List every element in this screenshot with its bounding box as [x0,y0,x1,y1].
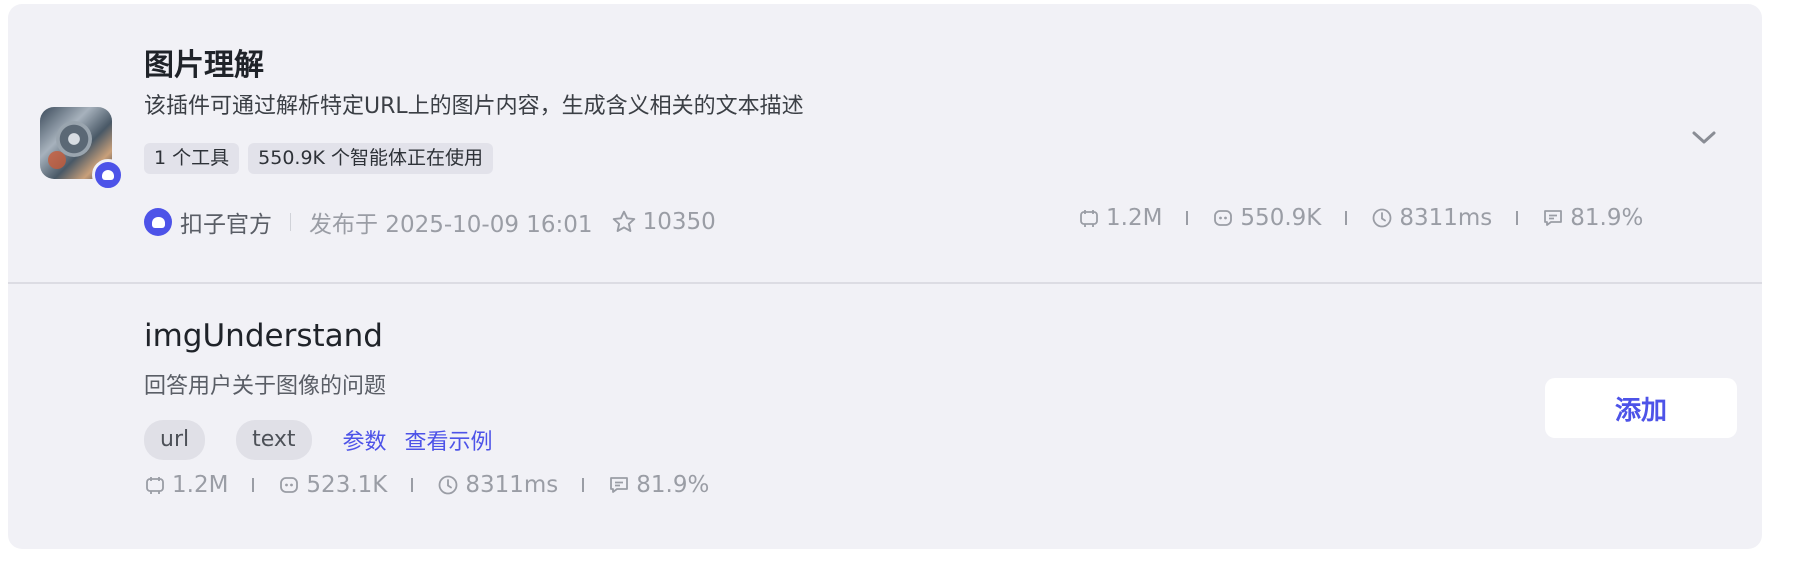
add-button[interactable]: 添加 [1545,378,1737,438]
message-icon [610,477,629,493]
star-count: 10350 [642,209,716,235]
bot-icon [280,477,299,493]
tool-title: imgUnderstand [144,318,383,354]
owner-avatar-icon [144,208,172,236]
calls-stat: 1.2M [144,472,228,498]
bot-icon [1214,210,1233,226]
tool-stats: 1.2M 523.1K 8311ms 81.9% [144,472,709,498]
tool-params: url text 参数 查看示例 [144,420,511,460]
latency-stat: 8311ms [437,472,558,498]
plugin-stats: 1.2M 550.9K 8311ms 81.9% [1078,205,1643,231]
message-icon [1544,210,1563,226]
calls-icon [1080,210,1098,227]
plugin-tags: 1 个工具 550.9K 个智能体正在使用 [144,143,494,174]
bots-stat: 550.9K [1212,205,1321,231]
tool-count-tag: 1 个工具 [144,143,240,174]
params-link[interactable]: 参数 [343,424,387,456]
calls-icon [146,477,164,494]
clock-icon [438,475,458,495]
chevron-down-icon[interactable] [1688,122,1720,154]
param-tag-text: text [236,420,312,460]
official-badge-icon [92,159,124,191]
clock-icon [1372,208,1392,228]
star-icon[interactable] [611,209,637,235]
divider [290,213,291,231]
view-examples-link[interactable]: 查看示例 [405,424,493,456]
plugin-card: 图片理解 该插件可通过解析特定URL上的图片内容，生成含义相关的文本描述 1 个… [8,4,1762,549]
usage-count-tag: 550.9K 个智能体正在使用 [248,143,494,174]
plugin-header[interactable]: 图片理解 该插件可通过解析特定URL上的图片内容，生成含义相关的文本描述 1 个… [8,4,1762,284]
publish-date: 发布于 2025-10-09 16:01 [309,212,593,238]
tool-description: 回答用户关于图像的问题 [144,374,387,399]
plugin-title: 图片理解 [144,48,264,83]
calls-stat: 1.2M [1078,205,1162,231]
tool-item: imgUnderstand 回答用户关于图像的问题 url text 参数 查看… [8,284,1762,549]
success-rate-stat: 81.9% [608,472,709,498]
plugin-meta: 扣子官方 发布于 2025-10-09 16:01 10350 [144,205,716,239]
plugin-description: 该插件可通过解析特定URL上的图片内容，生成含义相关的文本描述 [144,94,804,119]
owner-name[interactable]: 扣子官方 [180,205,272,239]
param-tag-url: url [144,420,206,460]
latency-stat: 8311ms [1371,205,1492,231]
bots-stat: 523.1K [278,472,387,498]
success-rate-stat: 81.9% [1542,205,1643,231]
